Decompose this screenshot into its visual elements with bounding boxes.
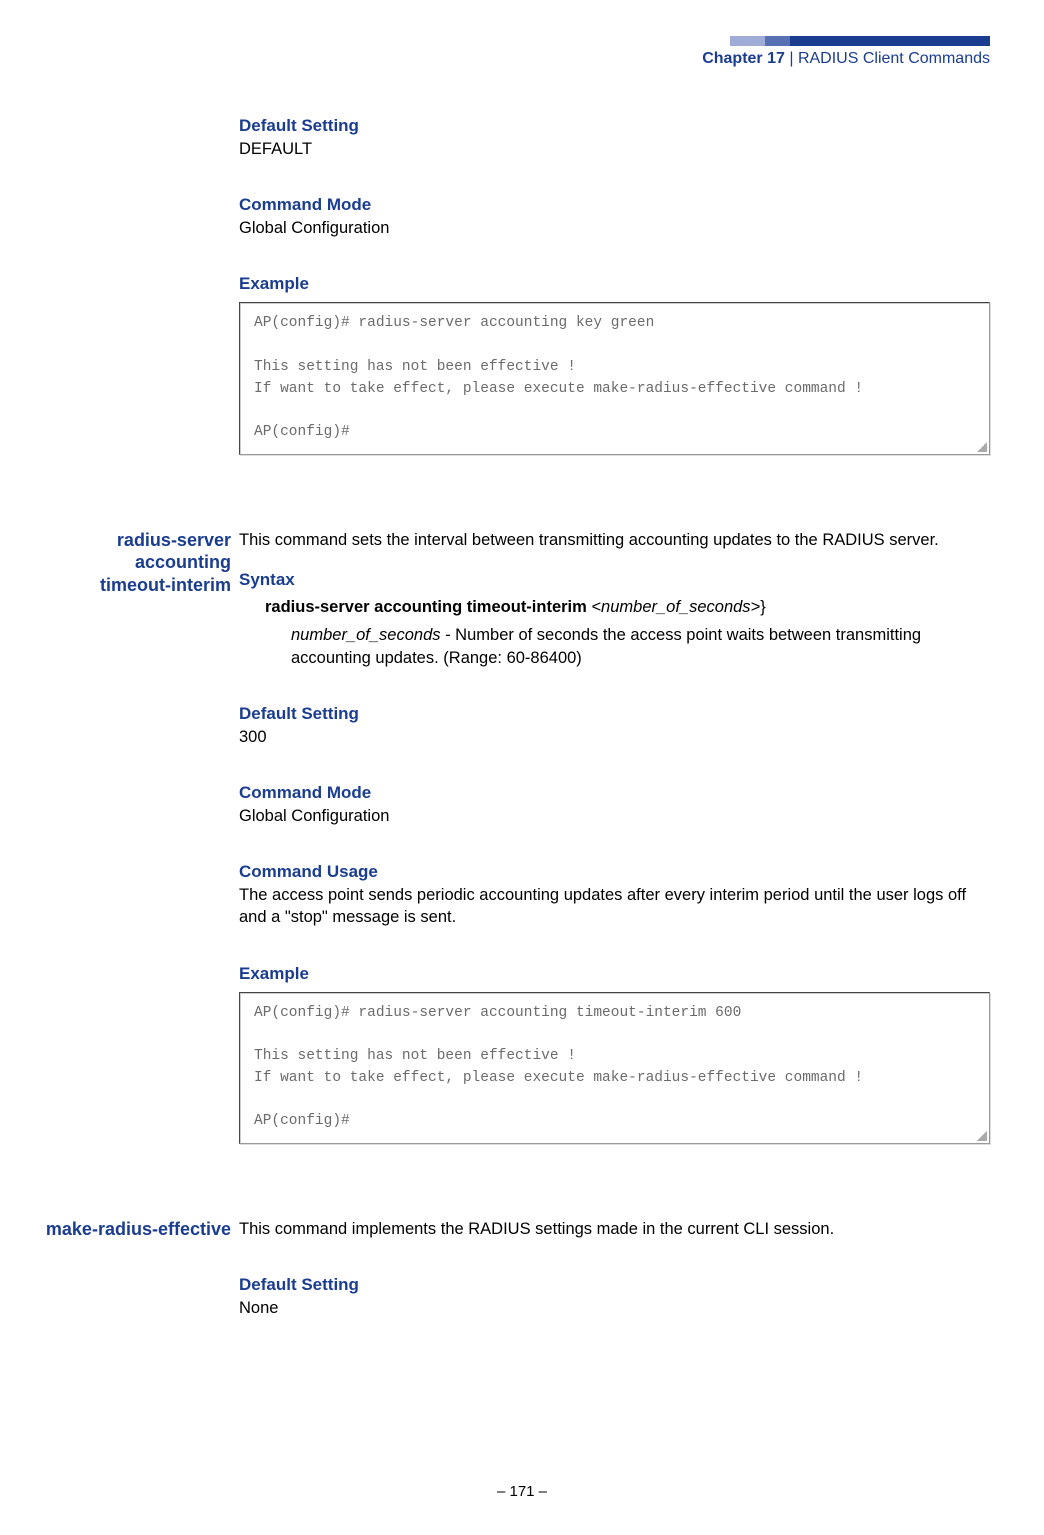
command-mode-value: Global Configuration [239,217,990,239]
syntax-argument: <number_of_seconds> [591,598,760,616]
command-name-radius-server-accounting-timeout-interim: radius-server accounting timeout-interim [28,529,239,1144]
command-description: This command sets the interval between t… [239,529,990,551]
example-code-block: AP(config)# radius-server accounting tim… [239,992,990,1145]
page-header: Chapter 17 | RADIUS Client Commands [702,36,990,68]
page-number: – 171 – [0,1483,1044,1500]
page-content: Default Setting DEFAULT Command Mode Glo… [28,115,990,1324]
parameter-description: number_of_seconds - Number of seconds th… [291,624,990,669]
command-usage-value: The access point sends periodic accounti… [239,884,990,929]
syntax-command: radius-server accounting timeout-interim [265,598,591,616]
parameter-name: number_of_seconds [291,626,441,644]
command-usage-heading: Command Usage [239,861,990,884]
header-text: Chapter 17 | RADIUS Client Commands [702,50,990,68]
example-heading: Example [239,963,990,986]
chapter-title: RADIUS Client Commands [798,50,990,67]
command-mode-value: Global Configuration [239,805,990,827]
example-code-block: AP(config)# radius-server accounting key… [239,302,990,455]
command-name-make-radius-effective: make-radius-effective [28,1218,239,1319]
default-setting-heading: Default Setting [239,115,990,138]
command-mode-heading: Command Mode [239,194,990,217]
command-mode-heading: Command Mode [239,782,990,805]
header-separator: | [785,50,798,67]
header-bar-decoration [702,36,990,46]
chapter-number: Chapter 17 [702,50,785,67]
example-heading: Example [239,273,990,296]
command-description: This command implements the RADIUS setti… [239,1218,990,1240]
default-setting-value: 300 [239,726,990,748]
syntax-tail: } [760,598,766,616]
default-setting-heading: Default Setting [239,1274,990,1297]
default-setting-value: None [239,1297,990,1319]
syntax-heading: Syntax [239,569,990,592]
default-setting-value: DEFAULT [239,138,990,160]
syntax-line: radius-server accounting timeout-interim… [265,596,990,618]
default-setting-heading: Default Setting [239,703,990,726]
